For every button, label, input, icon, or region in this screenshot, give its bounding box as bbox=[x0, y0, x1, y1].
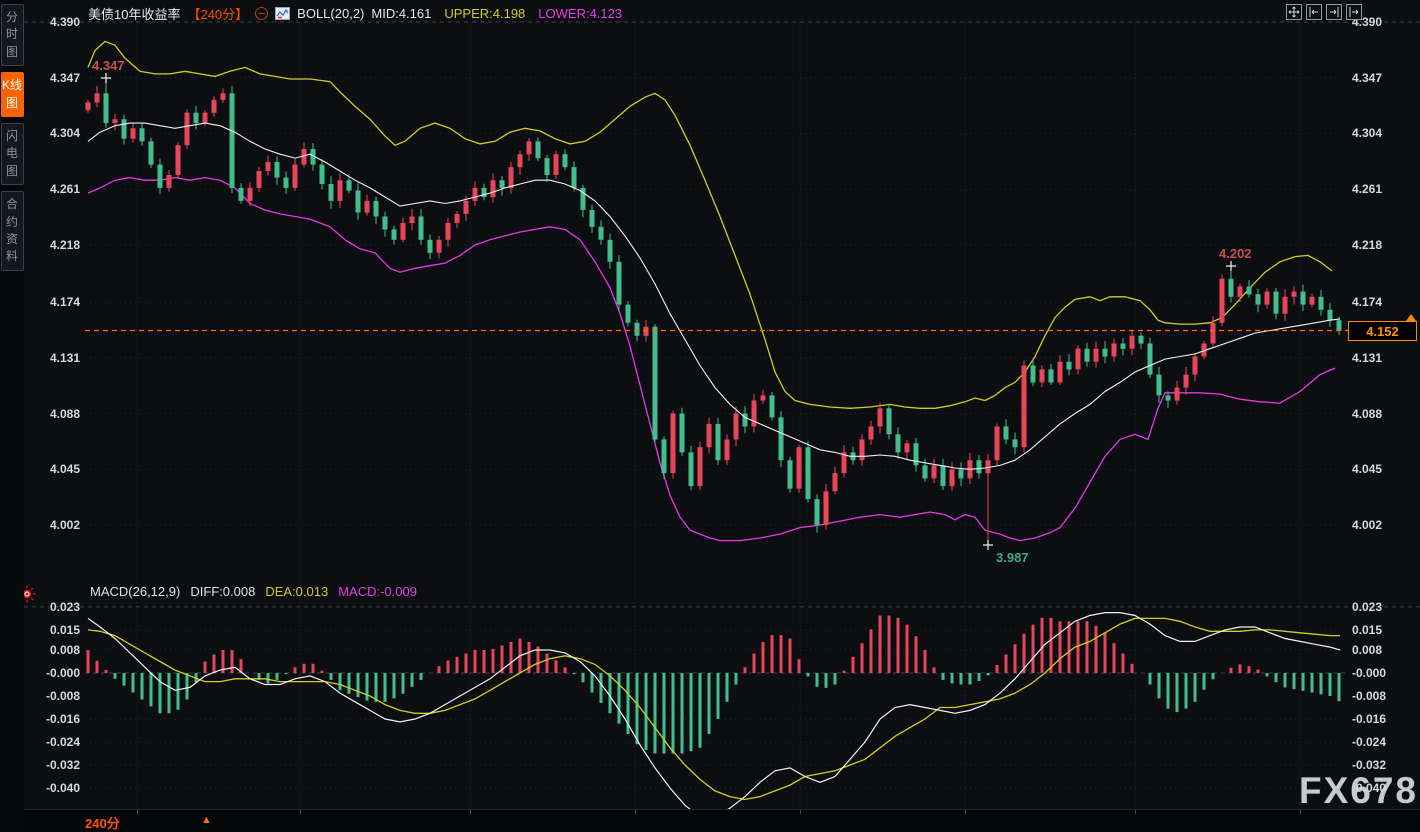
price-axis-label-left: 4.390 bbox=[26, 14, 80, 30]
sidebar: 分时图 K线图闪电图合约资料 bbox=[0, 0, 24, 832]
sidebar-tab-4[interactable]: 合约资料 bbox=[1, 191, 24, 271]
price-axis-label-right: 4.131 bbox=[1352, 350, 1416, 366]
price-axis-label-right: 4.347 bbox=[1352, 70, 1416, 86]
top-toolbar bbox=[1286, 4, 1362, 20]
macd-plot bbox=[87, 613, 1341, 817]
price-axis-label-right: 4.261 bbox=[1352, 181, 1416, 197]
price-axis-label-left: 4.002 bbox=[26, 517, 80, 533]
sidebar-tab-1[interactable]: 分时图 bbox=[1, 4, 24, 66]
last-price-tag: 4.152 bbox=[1348, 321, 1417, 341]
sidebar-tab-2[interactable]: K线图 bbox=[1, 72, 24, 117]
move-crosshair-icon[interactable] bbox=[1286, 4, 1302, 20]
boll-lower-value: LOWER:4.123 bbox=[538, 6, 622, 21]
boll-indicator-label: BOLL(20,2) bbox=[297, 6, 364, 21]
price-axis-label-left: 4.218 bbox=[26, 237, 80, 253]
footer-period-label[interactable]: 240分 bbox=[85, 813, 120, 832]
price-axis-label-left: 4.045 bbox=[26, 461, 80, 477]
collapse-minus-icon[interactable] bbox=[255, 7, 268, 20]
compress-left-axis-icon[interactable] bbox=[1306, 4, 1322, 20]
scroll-to-latest-icon[interactable] bbox=[1406, 314, 1416, 321]
triangle-up-icon[interactable]: ▲ bbox=[201, 814, 212, 826]
low-price-annotation: 3.987 bbox=[996, 550, 1029, 565]
macd-axis-label-left: -0.040 bbox=[26, 780, 80, 796]
macd-diff-value: DIFF:0.008 bbox=[190, 584, 255, 599]
macd-axis-label-right: -0.016 bbox=[1352, 711, 1416, 727]
x-axis-bar: 240分 ▲ bbox=[0, 809, 1420, 832]
macd-axis-label-left: -0.008 bbox=[26, 688, 80, 704]
macd-axis-label-right: 0.023 bbox=[1352, 599, 1416, 615]
boll-upper-value: UPPER:4.198 bbox=[444, 6, 525, 21]
price-axis-label-right: 4.088 bbox=[1352, 406, 1416, 422]
macd-axis-label-left: -0.024 bbox=[26, 734, 80, 750]
axis-tick bbox=[470, 810, 471, 814]
macd-axis-label-right: -0.008 bbox=[1352, 688, 1416, 704]
axis-tick bbox=[1300, 810, 1301, 814]
price-axis-label-left: 4.347 bbox=[26, 70, 80, 86]
price-axis-label-left: 4.261 bbox=[26, 181, 80, 197]
sidebar-tab-3[interactable]: 闪电图 bbox=[1, 123, 24, 185]
macd-title: MACD(26,12,9) bbox=[90, 584, 180, 599]
macd-axis-label-left: -0.032 bbox=[26, 757, 80, 773]
chart-canvas[interactable] bbox=[0, 0, 1420, 832]
macd-header: MACD(26,12,9) DIFF:0.008 DEA:0.013 MACD:… bbox=[90, 584, 417, 599]
boll-mid-value: MID:4.161 bbox=[371, 6, 431, 21]
axis-tick bbox=[1135, 810, 1136, 814]
axis-tick bbox=[965, 810, 966, 814]
price-axis-label-right: 4.045 bbox=[1352, 461, 1416, 477]
chart-header: 美债10年收益率 【240分】 BOLL(20,2) MID:4.161 UPP… bbox=[88, 4, 622, 23]
macd-axis-label-left: -0.016 bbox=[26, 711, 80, 727]
period-badge[interactable]: 【240分】 bbox=[187, 4, 248, 23]
macd-axis-label-right: 0.015 bbox=[1352, 622, 1416, 638]
price-axis-label-left: 4.174 bbox=[26, 294, 80, 310]
axis-tick bbox=[800, 810, 801, 814]
macd-axis-label-left: -0.000 bbox=[26, 665, 80, 681]
price-axis-label-left: 4.131 bbox=[26, 350, 80, 366]
symbol-title: 美债10年收益率 bbox=[88, 4, 180, 23]
macd-axis-label-right: -0.024 bbox=[1352, 734, 1416, 750]
swing-high-annotation: 4.202 bbox=[1219, 246, 1252, 261]
boll-chart-icon bbox=[275, 7, 290, 20]
price-axis-label-left: 4.088 bbox=[26, 406, 80, 422]
price-axis-label-right: 4.218 bbox=[1352, 237, 1416, 253]
macd-dea-value: DEA:0.013 bbox=[265, 584, 328, 599]
axis-tick bbox=[635, 810, 636, 814]
price-axis-label-left: 4.304 bbox=[26, 125, 80, 141]
price-axis-label-right: 4.002 bbox=[1352, 517, 1416, 533]
axis-tick bbox=[137, 810, 138, 814]
pan-right-axis-icon[interactable] bbox=[1346, 4, 1362, 20]
compress-right-axis-icon[interactable] bbox=[1326, 4, 1342, 20]
macd-axis-label-right: 0.008 bbox=[1352, 642, 1416, 658]
watermark-logo: FX678 bbox=[1299, 770, 1418, 812]
axis-tick bbox=[300, 810, 301, 814]
candles bbox=[86, 78, 1342, 545]
macd-axis-label-right: -0.000 bbox=[1352, 665, 1416, 681]
price-axis-label-right: 4.174 bbox=[1352, 294, 1416, 310]
macd-axis-label-left: 0.015 bbox=[26, 622, 80, 638]
high-price-annotation: 4.347 bbox=[92, 58, 125, 73]
macd-axis-label-left: 0.008 bbox=[26, 642, 80, 658]
app-root: 分时图 K线图闪电图合约资料 美债10年收益率 【240分】 BOLL(20,2)… bbox=[0, 0, 1420, 832]
price-axis-label-right: 4.304 bbox=[1352, 125, 1416, 141]
macd-macd-value: MACD:-0.009 bbox=[338, 584, 417, 599]
